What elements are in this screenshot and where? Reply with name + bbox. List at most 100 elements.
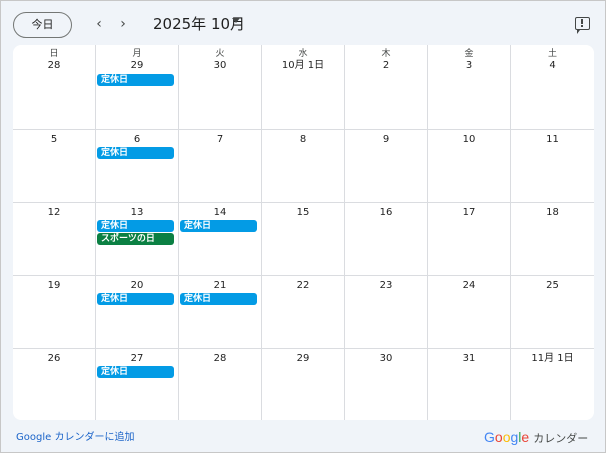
day-number[interactable]: 20	[96, 280, 178, 292]
day-number[interactable]: 28	[179, 353, 261, 365]
day-number[interactable]: 15	[262, 207, 344, 219]
day-cell[interactable]: 19	[13, 276, 96, 349]
weekday-header: 水	[298, 49, 308, 59]
day-cell[interactable]: 8	[262, 130, 345, 203]
day-number[interactable]: 4	[511, 60, 594, 72]
add-to-google-calendar-link[interactable]: Google カレンダーに追加	[16, 432, 134, 444]
day-cell[interactable]: 28	[179, 349, 262, 420]
day-number[interactable]: 11	[511, 134, 594, 146]
day-cell[interactable]: 火 30	[179, 45, 262, 130]
google-calendar-logo[interactable]: Google カレンダー	[484, 429, 588, 445]
day-number[interactable]: 16	[345, 207, 427, 219]
day-cell[interactable]: 16	[345, 203, 428, 276]
wordmark-letter: e	[521, 429, 530, 445]
day-cell[interactable]: 18	[511, 203, 594, 276]
day-cell[interactable]: 14 定休日	[179, 203, 262, 276]
event-chip[interactable]: 定休日	[180, 293, 257, 305]
day-cell[interactable]: 31	[428, 349, 511, 420]
weekday-header: 金	[464, 49, 474, 59]
day-number[interactable]: 19	[13, 280, 95, 292]
day-cell[interactable]: 21 定休日	[179, 276, 262, 349]
day-cell[interactable]: 15	[262, 203, 345, 276]
day-number[interactable]: 23	[345, 280, 427, 292]
day-cell[interactable]: 13 定休日 スポーツの日	[96, 203, 179, 276]
event-chip[interactable]: 定休日	[97, 366, 174, 378]
day-number[interactable]: 2	[345, 60, 427, 72]
month-grid: 日 28 月 29 定休日火 30 水 10月 1日木 2 金 3 土 4 5 6 定休日 7 8 9 10 11 12 1…	[13, 45, 594, 420]
day-number[interactable]: 30	[179, 60, 261, 72]
day-number[interactable]: 12	[13, 207, 95, 219]
day-number[interactable]: 29	[262, 353, 344, 365]
day-number[interactable]: 6	[96, 134, 178, 146]
day-number[interactable]: 24	[428, 280, 510, 292]
weekday-header: 月	[132, 49, 142, 59]
feedback-icon[interactable]	[575, 17, 590, 34]
wordmark-letter: G	[484, 429, 495, 445]
day-cell[interactable]: 月 29 定休日	[96, 45, 179, 130]
day-cell[interactable]: 26	[13, 349, 96, 420]
day-number[interactable]: 28	[13, 60, 95, 72]
weekday-header: 土	[547, 49, 557, 59]
day-cell[interactable]: 29	[262, 349, 345, 420]
day-number[interactable]: 11月 1日	[511, 353, 594, 365]
day-number[interactable]: 26	[13, 353, 95, 365]
day-number[interactable]: 27	[96, 353, 178, 365]
day-cell[interactable]: 20 定休日	[96, 276, 179, 349]
day-cell[interactable]: 5	[13, 130, 96, 203]
day-cell[interactable]: 9	[345, 130, 428, 203]
today-button[interactable]: 今日	[13, 12, 72, 38]
next-month-icon[interactable]: ›	[114, 15, 132, 33]
day-number[interactable]: 14	[179, 207, 261, 219]
event-chip[interactable]: 定休日	[97, 220, 174, 232]
chevron-down-icon[interactable]	[232, 18, 240, 23]
day-number[interactable]: 18	[511, 207, 594, 219]
day-cell[interactable]: 土4	[511, 45, 594, 130]
day-number[interactable]: 25	[511, 280, 594, 292]
event-chip[interactable]: 定休日	[97, 147, 174, 159]
day-cell[interactable]: 11	[511, 130, 594, 203]
day-number[interactable]: 29	[96, 60, 178, 72]
day-cell[interactable]: 金3	[428, 45, 511, 130]
day-number[interactable]: 13	[96, 207, 178, 219]
day-cell[interactable]: 23	[345, 276, 428, 349]
event-chip[interactable]: 定休日	[97, 293, 174, 305]
day-number[interactable]: 9	[345, 134, 427, 146]
day-number[interactable]: 17	[428, 207, 510, 219]
day-number[interactable]: 3	[428, 60, 510, 72]
month-title[interactable]: 2025年 10月	[153, 14, 245, 34]
day-number[interactable]: 31	[428, 353, 510, 365]
day-cell[interactable]: 27 定休日	[96, 349, 179, 420]
day-cell[interactable]: 30	[345, 349, 428, 420]
day-cell[interactable]: 22	[262, 276, 345, 349]
day-cell[interactable]: 11月 1日	[511, 349, 594, 420]
day-cell[interactable]: 12	[13, 203, 96, 276]
google-wordmark: Google	[484, 429, 530, 446]
wordmark-letter: o	[494, 429, 503, 445]
day-cell[interactable]: 6 定休日	[96, 130, 179, 203]
day-cell[interactable]: 水 10月 1日	[262, 45, 345, 130]
weekday-header: 木	[381, 49, 391, 59]
calendar-wordmark: カレンダー	[533, 432, 589, 445]
weekday-header: 火	[215, 49, 225, 59]
event-chip[interactable]: スポーツの日	[97, 233, 174, 245]
calendar-embed: 今日 ‹ › 2025年 10月 日 28 月 29 定休日火 30 水 10月 1日木 2 金 3…	[0, 0, 606, 453]
day-number[interactable]: 10	[428, 134, 510, 146]
day-number[interactable]: 10月 1日	[262, 60, 344, 72]
day-number[interactable]: 30	[345, 353, 427, 365]
day-cell[interactable]: 24	[428, 276, 511, 349]
day-number[interactable]: 7	[179, 134, 261, 146]
day-cell[interactable]: 17	[428, 203, 511, 276]
day-number[interactable]: 5	[13, 134, 95, 146]
day-number[interactable]: 21	[179, 280, 261, 292]
day-cell[interactable]: 25	[511, 276, 594, 349]
weekday-header: 日	[49, 49, 59, 59]
day-cell[interactable]: 7	[179, 130, 262, 203]
event-chip[interactable]: 定休日	[97, 74, 174, 86]
day-cell[interactable]: 木2	[345, 45, 428, 130]
prev-month-icon[interactable]: ‹	[90, 15, 108, 33]
day-number[interactable]: 22	[262, 280, 344, 292]
event-chip[interactable]: 定休日	[180, 220, 257, 232]
day-number[interactable]: 8	[262, 134, 344, 146]
day-cell[interactable]: 日 28	[13, 45, 96, 130]
day-cell[interactable]: 10	[428, 130, 511, 203]
